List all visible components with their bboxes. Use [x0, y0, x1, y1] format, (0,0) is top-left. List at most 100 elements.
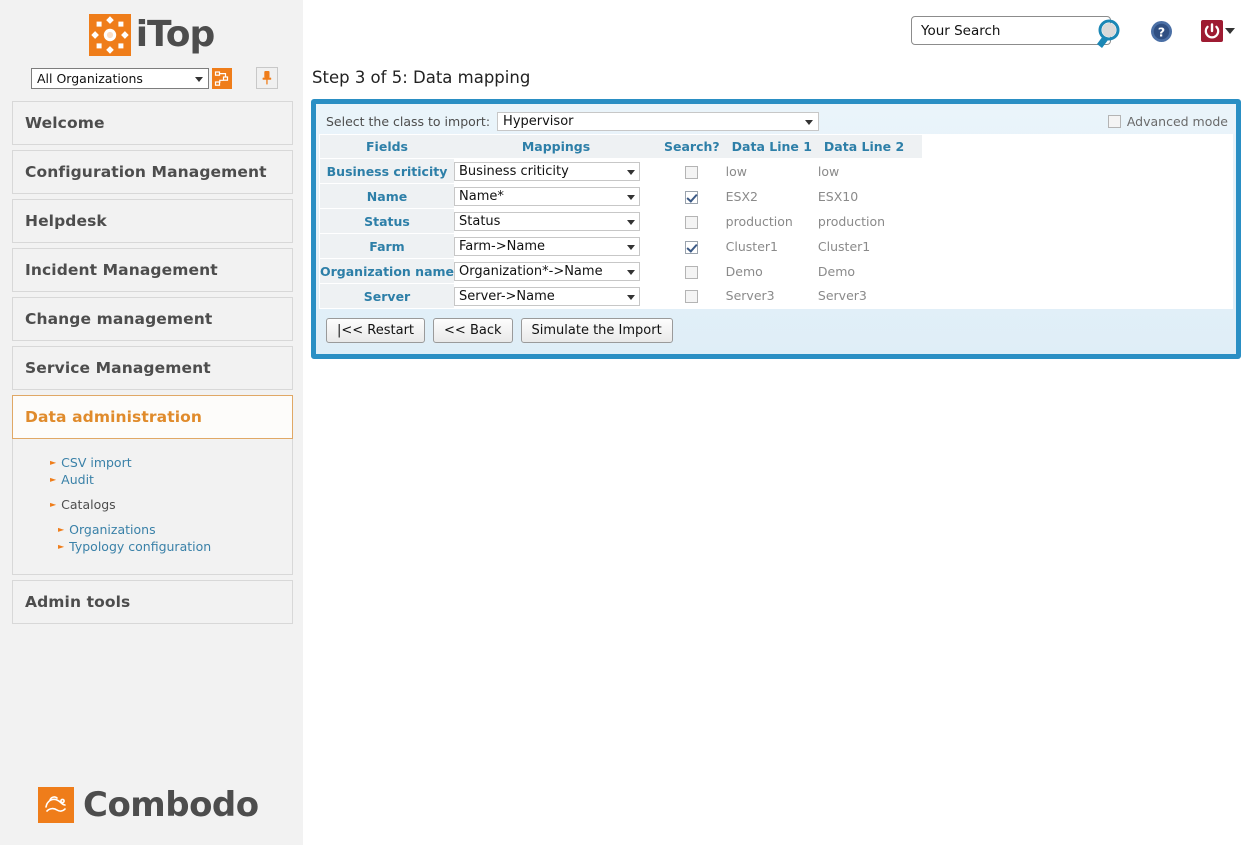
chevron-right-icon: ► [58, 525, 65, 534]
sidebar-subitem-label: CSV import [61, 455, 132, 470]
sidebar: iTop All Organizations Welcome Configura… [0, 0, 303, 845]
row-mapping-cell: Name* [454, 183, 659, 209]
sidebar-item-welcome[interactable]: Welcome [12, 101, 293, 145]
row-mapping-cell: Organization*->Name [454, 258, 659, 284]
row-mapping-select[interactable]: Server->Name [454, 286, 641, 306]
class-select[interactable]: Hypervisor [497, 112, 820, 131]
sidebar-item-label: Welcome [25, 114, 105, 132]
advanced-mode-checkbox[interactable] [1107, 115, 1121, 128]
row-mapping-select[interactable]: Status [454, 211, 641, 231]
row-data-line-2: production [817, 208, 911, 234]
row-search-checkbox[interactable] [685, 265, 699, 279]
app-root: iTop All Organizations Welcome Configura… [0, 0, 1247, 845]
row-search-cell [658, 258, 726, 284]
row-mapping-select[interactable]: Name* [454, 186, 641, 206]
sidebar-item-incident-management[interactable]: Incident Management [12, 248, 293, 292]
row-data-line-1: Demo [725, 258, 818, 284]
sidebar-menu: Welcome Configuration Management Helpdes… [12, 101, 293, 624]
sidebar-item-label: Configuration Management [25, 163, 267, 181]
chevron-down-icon [805, 120, 814, 125]
organization-switch-icon[interactable] [212, 67, 232, 89]
row-data-line-2: Demo [817, 258, 911, 284]
sidebar-item-change-management[interactable]: Change management [12, 297, 293, 341]
row-filler [910, 258, 923, 284]
row-mapping-select[interactable]: Organization*->Name [454, 261, 641, 281]
chevron-down-icon [627, 269, 636, 275]
search-input[interactable] [911, 16, 1111, 45]
sidebar-subitem-catalogs[interactable]: ► Catalogs [13, 497, 292, 513]
sidebar-item-label: Data administration [25, 408, 203, 426]
sidebar-subitem-label: Typology configuration [69, 539, 212, 554]
sidebar-subitem-label: Catalogs [61, 497, 116, 512]
chevron-down-icon [627, 294, 636, 300]
advanced-mode-toggle[interactable]: Advanced mode [1107, 114, 1228, 129]
row-field-label: Name [320, 183, 455, 209]
combodo-logo-text: Combodo [83, 785, 259, 825]
sidebar-subitem-csv-import[interactable]: ► CSV import [13, 455, 292, 471]
sidebar-item-admin-tools[interactable]: Admin tools [12, 580, 293, 624]
row-mapping-value: Status [459, 213, 501, 229]
organization-bar: All Organizations [0, 62, 303, 92]
row-mapping-value: Name* [459, 188, 504, 204]
organization-select[interactable]: All Organizations [31, 67, 209, 89]
chevron-down-icon[interactable] [1225, 28, 1235, 34]
submenu-spacer [13, 489, 292, 497]
table-row: Business criticity Business criticity lo… [320, 158, 923, 184]
row-search-checkbox[interactable] [685, 190, 699, 204]
table-row: Farm Farm->Name Cluster1 Cluster1 [320, 233, 923, 259]
itop-logo-icon [88, 14, 131, 56]
sidebar-item-helpdesk[interactable]: Helpdesk [12, 199, 293, 243]
itop-logo[interactable]: iTop [0, 0, 303, 62]
chevron-right-icon: ► [50, 458, 57, 467]
row-search-cell [658, 208, 726, 234]
back-button[interactable]: << Back [433, 318, 513, 343]
row-mapping-select[interactable]: Farm->Name [454, 236, 641, 256]
row-search-checkbox[interactable] [685, 215, 699, 229]
sidebar-subitem-organizations[interactable]: ► Organizations [13, 522, 292, 538]
data-mapping-panel: Select the class to import: Hypervisor A… [311, 99, 1241, 359]
row-data-line-1: low [725, 158, 818, 184]
chevron-down-icon [627, 169, 636, 175]
sidebar-item-label: Admin tools [25, 593, 131, 611]
combodo-logo-icon [38, 787, 74, 823]
pin-icon[interactable] [256, 67, 278, 89]
row-field-label: Farm [320, 233, 455, 259]
row-search-checkbox[interactable] [685, 290, 699, 304]
row-search-checkbox[interactable] [685, 240, 699, 254]
help-question-icon[interactable]: ? [1150, 20, 1173, 43]
row-filler [910, 283, 923, 308]
topbar: ? [303, 0, 1247, 58]
row-filler [910, 183, 923, 209]
row-data-line-2: ESX10 [817, 183, 911, 209]
row-mapping-cell: Status [454, 208, 659, 234]
row-mapping-value: Business criticity [459, 163, 569, 179]
row-search-cell [658, 233, 726, 259]
sidebar-subitem-typology-configuration[interactable]: ► Typology configuration [13, 539, 292, 555]
restart-button[interactable]: |<< Restart [326, 318, 426, 343]
search-magnifier-icon[interactable] [1094, 17, 1128, 51]
column-header-mappings: Mappings [454, 135, 659, 159]
row-mapping-cell: Farm->Name [454, 233, 659, 259]
power-logout-icon[interactable] [1201, 20, 1223, 42]
row-data-line-1: ESX2 [725, 183, 818, 209]
row-data-line-1: Cluster1 [725, 233, 818, 259]
mapping-table-zone: Fields Mappings Search? Data Line 1 Data… [319, 134, 1233, 309]
chevron-down-icon [627, 194, 636, 200]
class-selection-row: Select the class to import: Hypervisor A… [316, 104, 1236, 134]
row-data-line-1: Server3 [725, 283, 818, 308]
class-select-label: Select the class to import: [326, 114, 491, 129]
sidebar-subitem-label: Audit [61, 472, 94, 487]
sidebar-item-configuration-management[interactable]: Configuration Management [12, 150, 293, 194]
row-search-cell [658, 183, 726, 209]
sidebar-item-label: Incident Management [25, 261, 218, 279]
column-header-data-line-2: Data Line 2 [817, 135, 911, 159]
row-mapping-select[interactable]: Business criticity [454, 161, 641, 181]
sidebar-item-label: Helpdesk [25, 212, 107, 230]
svg-text:?: ? [1158, 24, 1165, 39]
sidebar-subitem-audit[interactable]: ► Audit [13, 472, 292, 488]
row-search-checkbox[interactable] [685, 165, 699, 179]
simulate-import-button[interactable]: Simulate the Import [520, 318, 673, 343]
sidebar-item-data-administration[interactable]: Data administration [12, 395, 293, 439]
sidebar-item-service-management[interactable]: Service Management [12, 346, 293, 390]
row-filler [910, 208, 923, 234]
